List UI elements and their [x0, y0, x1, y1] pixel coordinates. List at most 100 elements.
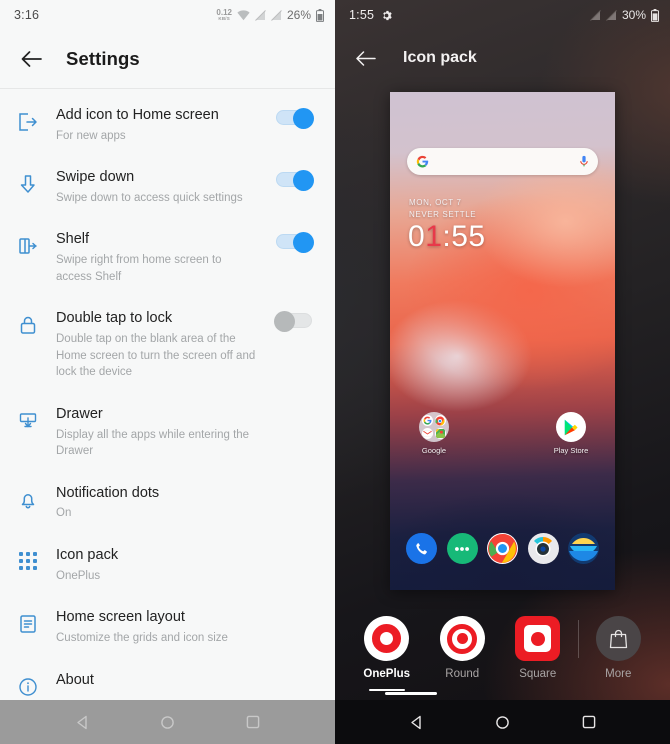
setting-title: Swipe down: [56, 169, 135, 186]
round-pack-icon: [439, 616, 485, 661]
setting-text: Double tap to lock Double tap on the bla…: [56, 309, 267, 381]
left-screen-settings: 3:16 0.12 KB/S 26% Settings Add icon to …: [0, 0, 335, 744]
toggle-knob: [293, 169, 314, 191]
page-title: Settings: [66, 48, 140, 69]
toggle-knob: [274, 310, 295, 332]
left-status-bar: 3:16 0.12 KB/S 26%: [0, 0, 335, 30]
camera-icon[interactable]: [527, 533, 559, 564]
bell-icon: [0, 484, 56, 511]
setting-text: Home screen layout Customize the grids a…: [56, 608, 267, 646]
setting-subtitle: Display all the apps while entering the …: [56, 428, 250, 458]
clock-red-digit: 1: [425, 220, 443, 253]
lock-icon: [0, 309, 56, 336]
setting-row-swipe-down[interactable]: Swipe down Swipe down to access quick se…: [0, 156, 335, 218]
weather-icon[interactable]: [568, 533, 599, 564]
square-inner: [524, 625, 552, 652]
signal-off-icon: [255, 9, 266, 21]
setting-text: Add icon to Home screen For new apps: [56, 106, 267, 144]
icon-pack-option-oneplus[interactable]: OnePlus: [349, 616, 425, 691]
home-screen-preview[interactable]: MON, OCT 7 NEVER SETTLE 01:55 Google Pla…: [390, 92, 615, 590]
grid-icon: [0, 546, 56, 571]
dual-screenshot: 3:16 0.12 KB/S 26% Settings Add icon to …: [0, 0, 670, 744]
nav-back-icon[interactable]: [409, 715, 424, 730]
icon-pack-option-more[interactable]: More: [581, 616, 657, 680]
arrow-down-icon: [0, 168, 56, 195]
icon-pack-option-round[interactable]: Round: [425, 616, 501, 680]
setting-subtitle: On: [56, 507, 72, 520]
setting-row-shelf[interactable]: Shelf Swipe right from home screen to ac…: [0, 218, 335, 297]
toggle-knob: [293, 231, 314, 253]
toggle-cell: [267, 309, 321, 332]
google-folder-icon: [419, 412, 449, 442]
right-screen-icon-pack: 1:55 30% Icon pack MON, OCT 7 NEVER SETT…: [335, 0, 670, 744]
network-speed-indicator: 0.12 KB/S: [216, 8, 232, 22]
preview-date: MON, OCT 7 NEVER SETTLE: [409, 197, 476, 222]
layout-icon: [0, 608, 56, 635]
back-button[interactable]: [14, 42, 48, 76]
setting-row-home-screen-layout[interactable]: Home screen layout Customize the grids a…: [0, 596, 335, 658]
toggle-shelf[interactable]: [276, 231, 314, 253]
info-icon: [0, 671, 56, 698]
signal-off-icon: [590, 9, 601, 21]
toggle-cell-empty: [267, 671, 321, 675]
chrome-icon[interactable]: [487, 533, 518, 564]
status-icons: 30%: [590, 8, 659, 22]
nav-home-icon[interactable]: [160, 715, 175, 730]
setting-text: Icon pack OnePlus: [56, 546, 267, 584]
setting-row-drawer[interactable]: Drawer Display all the apps while enteri…: [0, 393, 335, 472]
nav-recents-icon[interactable]: [246, 715, 260, 729]
setting-subtitle: For new apps: [56, 129, 126, 142]
setting-subtitle: OnePlus: [56, 569, 101, 582]
left-app-bar: Settings: [0, 30, 335, 88]
home-app-label: Google: [421, 446, 447, 455]
round-ring: [447, 623, 478, 654]
settings-list: Add icon to Home screen For new apps Swi…: [0, 89, 335, 700]
nav-recents-icon[interactable]: [582, 715, 596, 729]
setting-row-about[interactable]: About: [0, 659, 335, 700]
setting-row-add-icon-to-home-screen[interactable]: Add icon to Home screen For new apps: [0, 94, 335, 156]
square-dot: [530, 631, 545, 646]
toggle-cell-empty: [267, 405, 321, 409]
wifi-icon: [237, 9, 250, 20]
setting-row-notification-dots[interactable]: Notification dots On: [0, 472, 335, 534]
preview-clock: 01:55: [408, 220, 486, 254]
gear-icon: [381, 10, 392, 21]
setting-row-double-tap-to-lock[interactable]: Double tap to lock Double tap on the bla…: [0, 297, 335, 393]
google-g-icon: [422, 415, 434, 427]
toggle-swipe-down[interactable]: [276, 169, 314, 191]
setting-text: Swipe down Swipe down to access quick se…: [56, 168, 267, 206]
toggle-knob: [293, 107, 314, 129]
clock-suffix: :55: [442, 220, 486, 253]
google-search-bar[interactable]: [407, 148, 598, 175]
home-app-play-store[interactable]: Play Store: [545, 412, 597, 455]
setting-title: Add icon to Home screen: [56, 107, 219, 123]
arrow-left-icon: [356, 50, 376, 66]
setting-title: Drawer: [56, 405, 103, 422]
setting-text: Shelf Swipe right from home screen to ac…: [56, 230, 267, 285]
icon-pack-option-square[interactable]: Square: [500, 616, 576, 680]
icon-pack-label: OnePlus: [363, 668, 411, 680]
toggle-cell: [267, 230, 321, 253]
selected-indicator: [368, 689, 405, 691]
oneplus-pack-icon: [364, 616, 410, 661]
nav-home-icon[interactable]: [495, 715, 510, 730]
icon-pack-label: More: [605, 668, 632, 680]
shelf-icon: [0, 230, 56, 257]
network-speed-unit: KB/S: [218, 15, 230, 21]
home-app-google-folder[interactable]: Google: [408, 412, 460, 455]
status-icons: 0.12 KB/S 26%: [216, 8, 324, 22]
back-button[interactable]: [349, 41, 383, 75]
setting-row-icon-pack[interactable]: Icon pack OnePlus: [0, 534, 335, 596]
shopping-bag-icon: [595, 616, 641, 661]
phone-icon[interactable]: [406, 533, 437, 564]
nav-back-icon[interactable]: [75, 715, 90, 730]
toggle-add-icon-to-home-screen[interactable]: [276, 107, 314, 129]
microphone-icon[interactable]: [579, 155, 589, 168]
page-title: Icon pack: [403, 49, 477, 66]
setting-subtitle: Double tap on the blank area of the Home…: [56, 332, 256, 379]
icon-pack-label: Square: [519, 668, 557, 680]
setting-text: About: [56, 671, 267, 691]
drawer-icon: [0, 405, 56, 432]
toggle-double-tap-to-lock[interactable]: [274, 310, 312, 332]
messages-icon[interactable]: [446, 533, 478, 564]
